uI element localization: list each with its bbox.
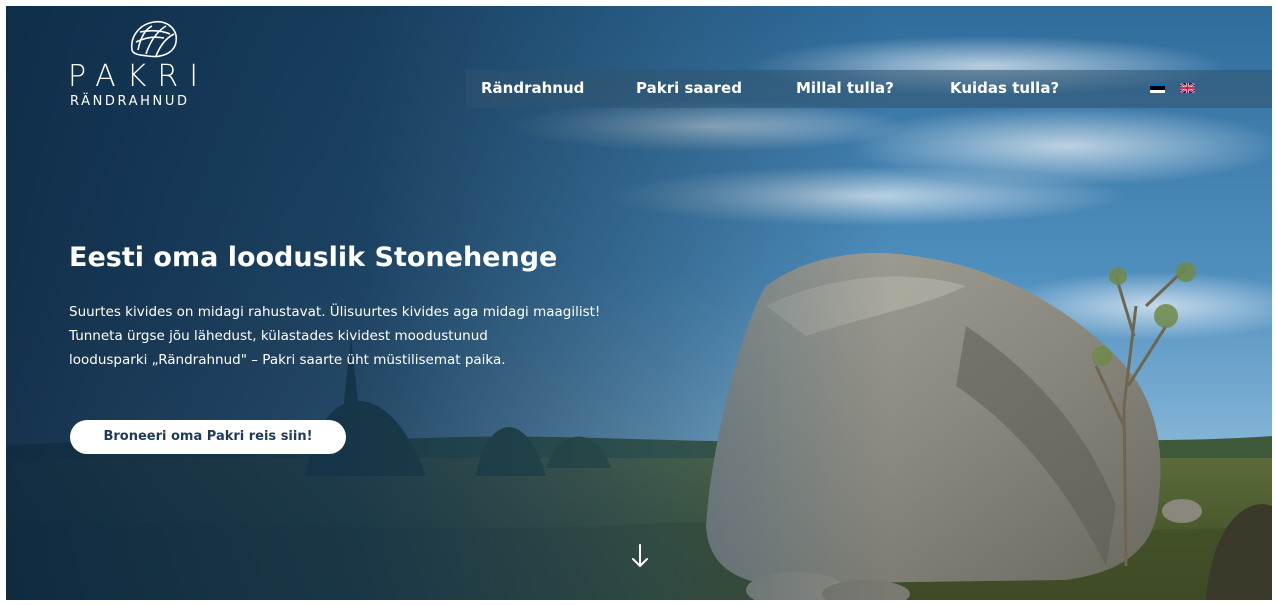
- hero-description-line: Tunneta ürgse jõu lähedust, külastades k…: [69, 328, 488, 344]
- nav-link-millal-tulla[interactable]: Millal tulla?: [796, 79, 894, 97]
- arrow-down-icon[interactable]: [630, 542, 650, 570]
- hero-description-line: loodusparki „Rändrahnud" – Pakri saarte …: [69, 352, 506, 368]
- boulders-logo-icon: [130, 20, 178, 58]
- nav-link-randrahnud[interactable]: Rändrahnud: [481, 79, 584, 97]
- hero-section: PAKRI RÄNDRAHNUD Rändrahnud Pakri saared…: [6, 6, 1272, 600]
- hero-description: Suurtes kivides on midagi rahustavat. Ül…: [69, 300, 769, 372]
- site-logo[interactable]: PAKRI RÄNDRAHNUD: [68, 16, 244, 114]
- nav-link-kuidas-tulla[interactable]: Kuidas tulla?: [950, 79, 1059, 97]
- book-trip-button[interactable]: Broneeri oma Pakri reis siin!: [70, 420, 346, 454]
- uk-flag-icon[interactable]: [1180, 83, 1195, 93]
- nav-link-pakri-saared[interactable]: Pakri saared: [636, 79, 742, 97]
- logo-wordmark: PAKRI: [68, 59, 210, 94]
- logo-subtitle: RÄNDRAHNUD: [70, 94, 190, 109]
- estonian-flag-icon[interactable]: [1150, 83, 1165, 93]
- main-navigation: Rändrahnud Pakri saared Millal tulla? Ku…: [466, 70, 1272, 108]
- hero-description-line: Suurtes kivides on midagi rahustavat. Ül…: [69, 304, 601, 320]
- hero-title: Eesti oma looduslik Stonehenge: [69, 242, 558, 273]
